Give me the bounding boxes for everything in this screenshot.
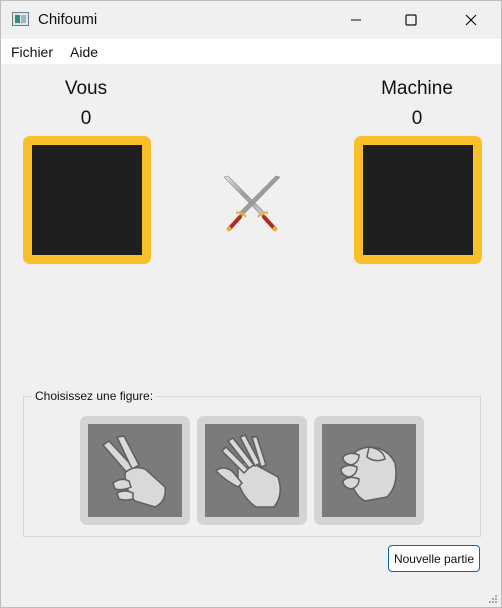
rock-fist-icon: [340, 445, 397, 502]
paper-button[interactable]: [197, 416, 307, 525]
crossed-swords-icon: [223, 175, 281, 232]
player-score: 0: [80, 108, 92, 129]
player-choice-display: [32, 145, 142, 255]
paper-hand-icon: [214, 433, 281, 508]
minimize-icon: [351, 19, 361, 21]
maximize-icon: [405, 14, 417, 26]
machine-label: Machine: [381, 78, 453, 99]
menu-bar: Fichier Aide: [1, 39, 501, 64]
app-icon: [12, 12, 29, 26]
new-game-button[interactable]: Nouvelle partie: [388, 545, 480, 572]
machine-choice-box: [354, 136, 482, 264]
figure-group-title: Choisissez une figure:: [32, 389, 157, 403]
menu-fichier[interactable]: Fichier: [11, 44, 53, 60]
scissors-hand-icon: [101, 434, 167, 508]
rock-button[interactable]: [314, 416, 424, 525]
figure-tile: [205, 424, 299, 517]
window-title: Chifoumi: [38, 11, 98, 28]
player-choice-box: [23, 136, 151, 264]
figure-tile: [88, 424, 182, 517]
scissors-button[interactable]: [80, 416, 190, 525]
resize-grip-icon[interactable]: [488, 594, 498, 604]
machine-score: 0: [411, 108, 423, 129]
close-button[interactable]: [448, 1, 494, 39]
close-icon: [465, 14, 477, 26]
figure-tile: [322, 424, 416, 517]
maximize-button[interactable]: [388, 1, 434, 39]
player-label: Vous: [64, 78, 108, 99]
app-window: Chifoumi Fichier Aide Vous 0 Machine 0 C…: [0, 0, 502, 608]
menu-aide[interactable]: Aide: [70, 44, 98, 60]
title-bar[interactable]: Chifoumi: [1, 1, 501, 39]
machine-choice-display: [363, 145, 473, 255]
minimize-button[interactable]: [333, 1, 379, 39]
